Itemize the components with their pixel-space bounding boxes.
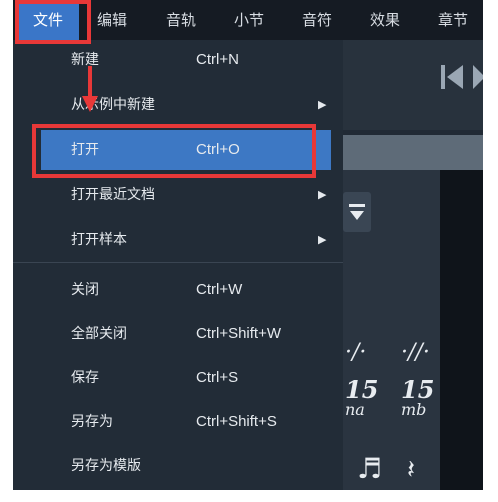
menu-item-label: 另存为 <box>71 414 113 430</box>
track-strip <box>343 135 483 170</box>
skip-back-icon[interactable] <box>439 62 465 99</box>
menu-item-new-from-example[interactable]: 从示例中新建 ▶ <box>13 85 343 125</box>
menu-item-shortcut: Ctrl+N <box>196 51 239 68</box>
dynamic-symbol-b-sub: mb <box>401 400 427 419</box>
menu-section[interactable]: 章节 <box>438 0 468 40</box>
menu-bar-measure[interactable]: 小节 <box>234 0 264 40</box>
submenu-arrow-icon: ▶ <box>318 233 327 246</box>
sort-icon[interactable] <box>343 192 371 232</box>
menu-item-open-recent[interactable]: 打开最近文档 ▶ <box>13 175 343 215</box>
transport-toolbar <box>343 40 483 130</box>
menu-item-label: 打开样本 <box>71 232 127 248</box>
rest-icon[interactable]: 𝄽 <box>407 455 415 486</box>
menu-item-shortcut: Ctrl+W <box>196 281 243 298</box>
menu-item-close-all[interactable]: 全部关闭 Ctrl+Shift+W <box>13 314 343 354</box>
annotation-arrow-icon <box>82 66 98 112</box>
note-icon[interactable]: ♬ <box>357 452 382 485</box>
menu-item-save-as[interactable]: 另存为 Ctrl+Shift+S <box>13 402 343 442</box>
file-menu-dropdown: 新建 Ctrl+N 从示例中新建 ▶ 打开 Ctrl+O 打开最近文档 ▶ 打开… <box>13 40 343 490</box>
menu-item-shortcut: Ctrl+Shift+S <box>196 413 277 430</box>
menu-item-save[interactable]: 保存 Ctrl+S <box>13 358 343 398</box>
menu-item-label: 打开最近文档 <box>71 187 155 203</box>
menu-item-close[interactable]: 关闭 Ctrl+W <box>13 270 343 310</box>
panel-right-edge <box>440 170 483 490</box>
repeat-icon[interactable]: ·/· <box>345 340 366 365</box>
submenu-arrow-icon: ▶ <box>318 98 327 111</box>
annotation-box-file-menu <box>15 0 91 44</box>
notation-panel: ·/· 15 na ·//· 15 mb ♬ 𝄽 <box>343 170 440 490</box>
menu-effect[interactable]: 效果 <box>370 0 400 40</box>
submenu-arrow-icon: ▶ <box>318 188 327 201</box>
annotation-box-open-item <box>32 124 316 178</box>
menu-item-shortcut: Ctrl+S <box>196 369 239 386</box>
menu-edit[interactable]: 编辑 <box>97 0 127 40</box>
menu-item-label: 另存为模版 <box>71 458 141 474</box>
menu-item-open-sample[interactable]: 打开样本 ▶ <box>13 220 343 260</box>
menu-track[interactable]: 音轨 <box>166 0 196 40</box>
menu-item-label: 全部关闭 <box>71 326 127 342</box>
menu-item-save-as-template[interactable]: 另存为模版 <box>13 446 343 486</box>
menu-item-label: 保存 <box>71 370 99 386</box>
double-repeat-icon[interactable]: ·//· <box>401 340 430 365</box>
menu-separator <box>13 262 343 263</box>
menu-note[interactable]: 音符 <box>302 0 332 40</box>
menu-item-new[interactable]: 新建 Ctrl+N <box>13 40 343 80</box>
menu-item-shortcut: Ctrl+Shift+W <box>196 325 282 342</box>
menu-item-label: 关闭 <box>71 282 99 298</box>
dynamic-symbol-a-sub: na <box>345 400 365 419</box>
play-icon[interactable] <box>471 62 483 99</box>
